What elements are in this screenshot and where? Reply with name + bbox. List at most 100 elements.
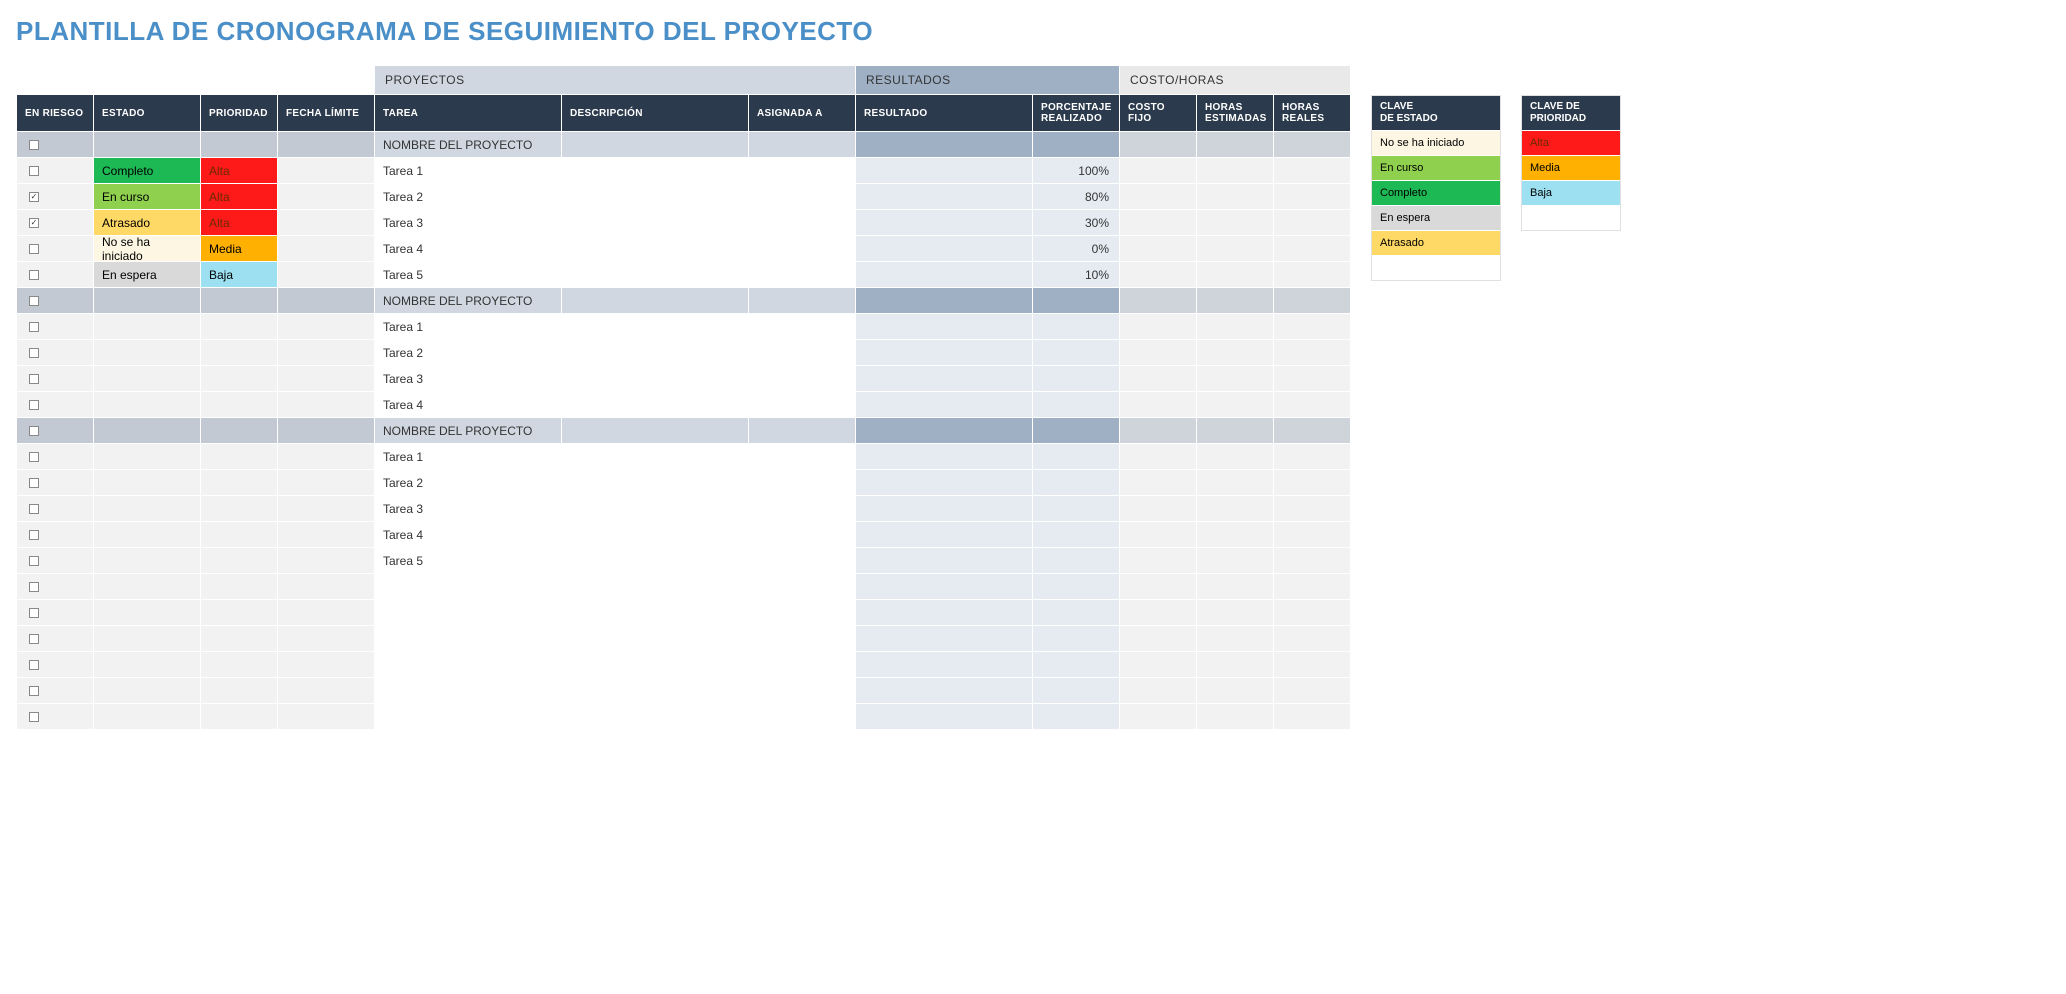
cell-asignada-a[interactable] [749, 314, 855, 339]
cell-resultado[interactable] [856, 444, 1032, 469]
cell-asignada-a[interactable] [749, 678, 855, 703]
cell-horas-estimadas[interactable] [1197, 314, 1273, 339]
cell-porcentaje[interactable] [1033, 366, 1119, 391]
cell-horas-estimadas[interactable] [1197, 574, 1273, 599]
cell-horas-estimadas[interactable] [1197, 522, 1273, 547]
cell-tarea[interactable] [375, 652, 561, 677]
cell-descripcion[interactable] [562, 392, 748, 417]
cell-descripcion[interactable] [562, 444, 748, 469]
cell-prioridad[interactable]: Baja [201, 262, 277, 287]
risk-checkbox[interactable] [29, 400, 39, 410]
cell-prioridad[interactable] [201, 470, 277, 495]
cell-costo-fijo[interactable] [1120, 496, 1196, 521]
cell-porcentaje[interactable] [1033, 574, 1119, 599]
cell-estado[interactable] [94, 470, 200, 495]
cell-descripcion[interactable] [562, 522, 748, 547]
cell-resultado[interactable] [856, 340, 1032, 365]
cell-descripcion[interactable] [562, 574, 748, 599]
cell-horas-reales[interactable] [1274, 444, 1350, 469]
cell-horas-reales[interactable] [1274, 340, 1350, 365]
cell-porcentaje[interactable] [1033, 392, 1119, 417]
cell-horas-estimadas[interactable] [1197, 184, 1273, 209]
cell-asignada-a[interactable] [749, 236, 855, 261]
cell-fecha-limite[interactable] [278, 262, 374, 287]
cell-resultado[interactable] [856, 210, 1032, 235]
cell-descripcion[interactable] [562, 652, 748, 677]
cell-estado[interactable] [94, 548, 200, 573]
cell-estado[interactable] [94, 574, 200, 599]
cell-horas-reales[interactable] [1274, 600, 1350, 625]
cell-horas-estimadas[interactable] [1197, 236, 1273, 261]
cell-descripcion[interactable] [562, 236, 748, 261]
cell-horas-estimadas[interactable] [1197, 158, 1273, 183]
cell-fecha-limite[interactable] [278, 600, 374, 625]
cell-prioridad[interactable]: Alta [201, 184, 277, 209]
cell-fecha-limite[interactable] [278, 366, 374, 391]
cell-horas-estimadas[interactable] [1197, 626, 1273, 651]
cell-fecha-limite[interactable] [278, 652, 374, 677]
cell-tarea[interactable]: Tarea 4 [375, 522, 561, 547]
cell-fecha-limite[interactable] [278, 548, 374, 573]
cell-porcentaje[interactable] [1033, 678, 1119, 703]
cell-resultado[interactable] [856, 600, 1032, 625]
cell-costo-fijo[interactable] [1120, 600, 1196, 625]
cell-resultado[interactable] [856, 158, 1032, 183]
cell-descripcion[interactable] [562, 210, 748, 235]
cell-asignada-a[interactable] [749, 210, 855, 235]
cell-prioridad[interactable] [201, 522, 277, 547]
cell-tarea[interactable]: Tarea 4 [375, 236, 561, 261]
cell-prioridad[interactable]: Alta [201, 158, 277, 183]
cell-asignada-a[interactable] [749, 522, 855, 547]
cell-tarea[interactable] [375, 704, 561, 729]
cell-costo-fijo[interactable] [1120, 678, 1196, 703]
risk-checkbox[interactable] [29, 270, 39, 280]
cell-asignada-a[interactable] [749, 470, 855, 495]
cell-tarea[interactable]: Tarea 1 [375, 314, 561, 339]
cell-horas-reales[interactable] [1274, 470, 1350, 495]
cell-descripcion[interactable] [562, 678, 748, 703]
cell-costo-fijo[interactable] [1120, 522, 1196, 547]
cell-prioridad[interactable] [201, 392, 277, 417]
cell-costo-fijo[interactable] [1120, 626, 1196, 651]
cell-horas-estimadas[interactable] [1197, 444, 1273, 469]
cell-prioridad[interactable] [201, 678, 277, 703]
cell-fecha-limite[interactable] [278, 470, 374, 495]
cell-prioridad[interactable] [201, 574, 277, 599]
cell-porcentaje[interactable] [1033, 444, 1119, 469]
cell-prioridad[interactable] [201, 652, 277, 677]
risk-checkbox[interactable] [29, 686, 39, 696]
cell-porcentaje[interactable]: 100% [1033, 158, 1119, 183]
cell-asignada-a[interactable] [749, 366, 855, 391]
cell-resultado[interactable] [856, 548, 1032, 573]
cell-estado[interactable] [94, 496, 200, 521]
cell-horas-reales[interactable] [1274, 366, 1350, 391]
cell-porcentaje[interactable] [1033, 314, 1119, 339]
cell-prioridad[interactable] [201, 548, 277, 573]
cell-asignada-a[interactable] [749, 574, 855, 599]
cell-fecha-limite[interactable] [278, 496, 374, 521]
cell-tarea[interactable]: Tarea 5 [375, 262, 561, 287]
cell-horas-reales[interactable] [1274, 704, 1350, 729]
cell-descripcion[interactable] [562, 704, 748, 729]
cell-estado[interactable] [94, 522, 200, 547]
cell-horas-estimadas[interactable] [1197, 548, 1273, 573]
cell-horas-reales[interactable] [1274, 262, 1350, 287]
cell-resultado[interactable] [856, 496, 1032, 521]
cell-porcentaje[interactable] [1033, 652, 1119, 677]
cell-resultado[interactable] [856, 314, 1032, 339]
cell-costo-fijo[interactable] [1120, 340, 1196, 365]
cell-costo-fijo[interactable] [1120, 158, 1196, 183]
cell-horas-reales[interactable] [1274, 678, 1350, 703]
cell-horas-reales[interactable] [1274, 522, 1350, 547]
cell-porcentaje[interactable] [1033, 600, 1119, 625]
cell-asignada-a[interactable] [749, 444, 855, 469]
cell-tarea[interactable] [375, 626, 561, 651]
cell-estado[interactable]: En curso [94, 184, 200, 209]
cell-asignada-a[interactable] [749, 704, 855, 729]
cell-estado[interactable] [94, 314, 200, 339]
cell-resultado[interactable] [856, 392, 1032, 417]
cell-horas-reales[interactable] [1274, 496, 1350, 521]
cell-descripcion[interactable] [562, 262, 748, 287]
cell-tarea[interactable]: Tarea 1 [375, 158, 561, 183]
cell-costo-fijo[interactable] [1120, 366, 1196, 391]
